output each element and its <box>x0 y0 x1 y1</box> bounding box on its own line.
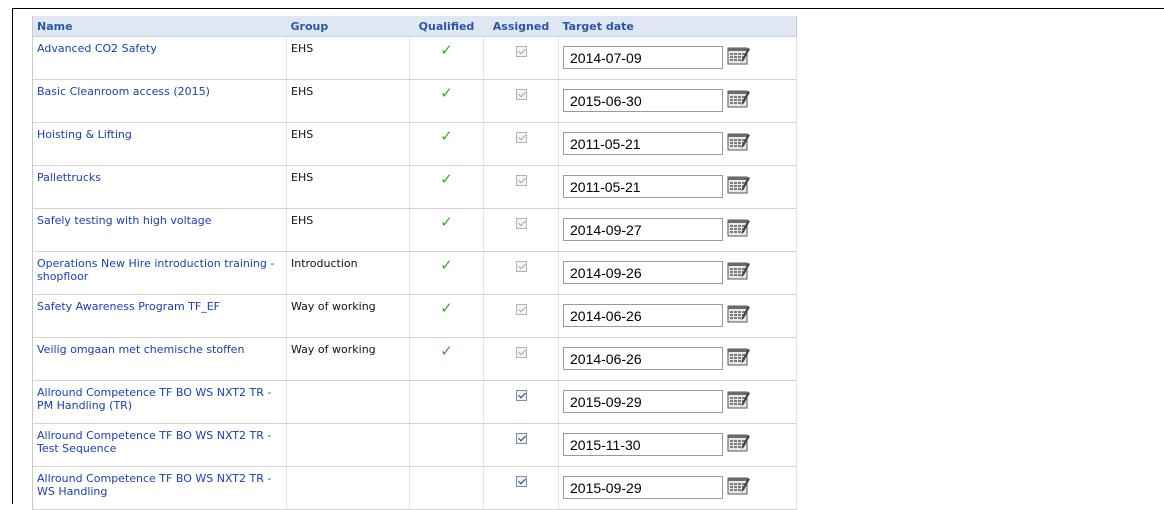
course-name-link[interactable]: Basic Cleanroom access (2015) <box>33 80 286 98</box>
check-icon: ✓ <box>440 41 453 59</box>
calendar-icon[interactable] <box>727 45 751 65</box>
calendar-icon[interactable] <box>727 88 751 108</box>
group-label: EHS <box>291 85 314 98</box>
assigned-checkbox <box>515 89 527 100</box>
assigned-checkbox <box>515 175 527 186</box>
assigned-checkbox[interactable] <box>515 433 527 444</box>
assigned-checkbox <box>515 132 527 143</box>
assigned-checkbox <box>515 304 527 315</box>
table-row: Hoisting & Lifting EHS ✓ <box>32 122 797 166</box>
training-table: Name Group Qualified Assigned Target dat… <box>32 16 797 510</box>
target-date-cell <box>559 381 796 413</box>
target-date-cell <box>559 338 796 370</box>
calendar-icon[interactable] <box>727 475 751 495</box>
course-name-link[interactable]: Operations New Hire introduction trainin… <box>33 252 286 283</box>
table-row: Operations New Hire introduction trainin… <box>32 251 797 295</box>
group-label <box>287 381 409 386</box>
assigned-checkbox[interactable] <box>515 476 527 487</box>
target-date-cell <box>559 166 796 198</box>
calendar-icon[interactable] <box>727 432 751 452</box>
target-date-cell <box>559 295 796 327</box>
group-label: EHS <box>291 42 314 55</box>
target-date-cell <box>559 252 796 284</box>
calendar-icon[interactable] <box>727 217 751 237</box>
group-label: Introduction <box>291 257 358 270</box>
check-icon <box>410 467 483 471</box>
check-icon: ✓ <box>440 213 453 231</box>
table-row: Advanced CO2 Safety EHS ✓ <box>32 36 797 80</box>
group-label <box>287 467 409 472</box>
target-date-input[interactable] <box>563 46 723 69</box>
table-row: Safety Awareness Program TF_EF Way of wo… <box>32 294 797 338</box>
course-name-link[interactable]: Allround Competence TF BO WS NXT2 TR - T… <box>33 424 286 455</box>
course-name-link[interactable]: Safely testing with high voltage <box>33 209 286 227</box>
target-date-cell <box>559 80 796 112</box>
table-row: Pallettrucks EHS ✓ <box>32 165 797 209</box>
check-icon: ✓ <box>440 299 453 317</box>
target-date-cell <box>559 37 796 69</box>
column-header-name[interactable]: Name <box>32 16 287 37</box>
target-date-input[interactable] <box>563 175 723 198</box>
target-date-input[interactable] <box>563 347 723 370</box>
table-row: Safely testing with high voltage EHS ✓ <box>32 208 797 252</box>
course-name-link[interactable]: Allround Competence TF BO WS NXT2 TR - P… <box>33 381 286 412</box>
target-date-input[interactable] <box>563 433 723 456</box>
column-header-target-date[interactable]: Target date <box>558 16 797 37</box>
table-row: Allround Competence TF BO WS NXT2 TR - T… <box>32 423 797 467</box>
table-row: Allround Competence TF BO WS NXT2 TR - W… <box>32 466 797 510</box>
check-icon: ✓ <box>440 127 453 145</box>
check-icon: ✓ <box>440 342 453 360</box>
target-date-input[interactable] <box>563 261 723 284</box>
group-label: Way of working <box>291 300 376 313</box>
group-label: EHS <box>291 128 314 141</box>
group-label: EHS <box>291 171 314 184</box>
check-icon <box>410 381 483 385</box>
course-name-link[interactable]: Pallettrucks <box>33 166 286 184</box>
calendar-icon[interactable] <box>727 303 751 323</box>
target-date-cell <box>559 467 796 499</box>
group-label <box>287 424 409 429</box>
check-icon: ✓ <box>440 256 453 274</box>
assigned-checkbox <box>515 218 527 229</box>
target-date-cell <box>559 424 796 456</box>
target-date-input[interactable] <box>563 476 723 499</box>
course-name-link[interactable]: Advanced CO2 Safety <box>33 37 286 55</box>
calendar-icon[interactable] <box>727 174 751 194</box>
course-name-link[interactable]: Hoisting & Lifting <box>33 123 286 141</box>
table-row: Basic Cleanroom access (2015) EHS ✓ <box>32 79 797 123</box>
target-date-cell <box>559 123 796 155</box>
target-date-input[interactable] <box>563 89 723 112</box>
target-date-input[interactable] <box>563 218 723 241</box>
course-name-link[interactable]: Veilig omgaan met chemische stoffen <box>33 338 286 356</box>
calendar-icon[interactable] <box>727 260 751 280</box>
course-name-link[interactable]: Safety Awareness Program TF_EF <box>33 295 286 313</box>
assigned-checkbox <box>515 46 527 57</box>
assigned-checkbox <box>515 261 527 272</box>
target-date-input[interactable] <box>563 304 723 327</box>
assigned-checkbox[interactable] <box>515 390 527 401</box>
table-row: Allround Competence TF BO WS NXT2 TR - P… <box>32 380 797 424</box>
assigned-checkbox <box>515 347 527 358</box>
calendar-icon[interactable] <box>727 346 751 366</box>
column-header-group[interactable]: Group <box>286 16 410 37</box>
target-date-cell <box>559 209 796 241</box>
check-icon <box>410 424 483 428</box>
calendar-icon[interactable] <box>727 131 751 151</box>
target-date-input[interactable] <box>563 132 723 155</box>
target-date-input[interactable] <box>563 390 723 413</box>
group-label: Way of working <box>291 343 376 356</box>
calendar-icon[interactable] <box>727 389 751 409</box>
column-header-assigned[interactable]: Assigned <box>483 16 559 37</box>
table-header-row: Name Group Qualified Assigned Target dat… <box>32 16 797 37</box>
group-label: EHS <box>291 214 314 227</box>
column-header-qualified[interactable]: Qualified <box>409 16 484 37</box>
check-icon: ✓ <box>440 170 453 188</box>
check-icon: ✓ <box>440 84 453 102</box>
course-name-link[interactable]: Allround Competence TF BO WS NXT2 TR - W… <box>33 467 286 498</box>
table-row: Veilig omgaan met chemische stoffen Way … <box>32 337 797 381</box>
